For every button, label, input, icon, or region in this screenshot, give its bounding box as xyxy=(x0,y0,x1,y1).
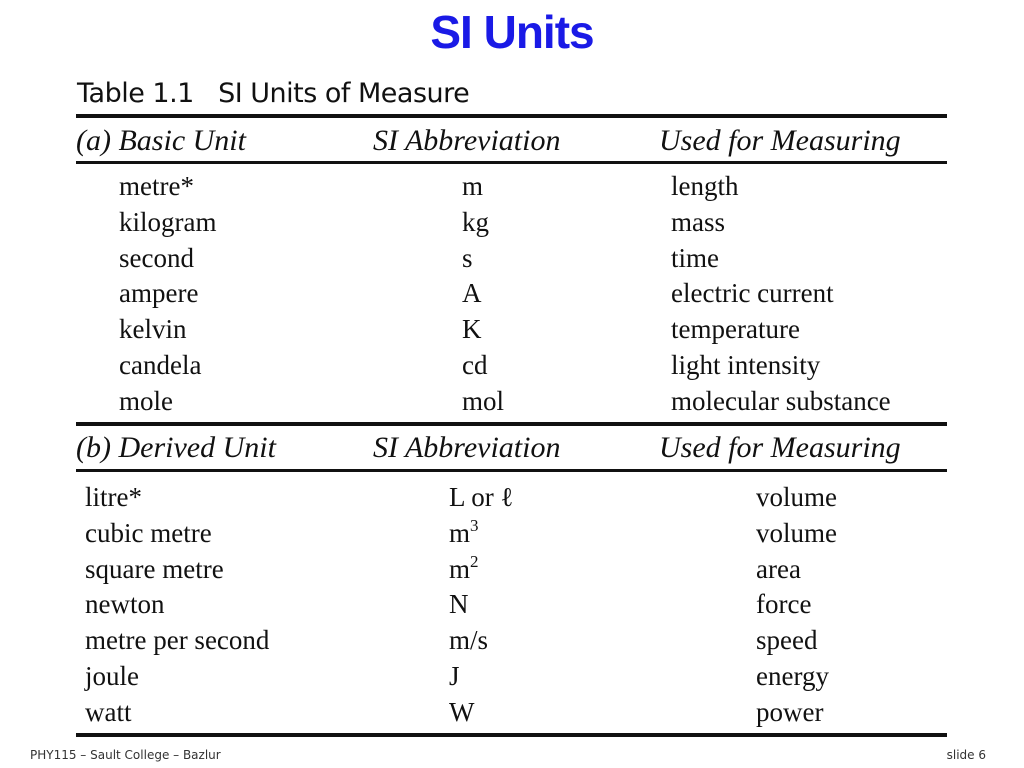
table-row: joule Jenergy xyxy=(0,658,1024,694)
table-row: litre* L or ℓ volume xyxy=(0,479,1024,515)
unit-abbreviation: kg xyxy=(462,204,489,240)
unit-name: second xyxy=(119,242,194,273)
unit-abbreviation: K xyxy=(462,311,482,347)
abbreviation-text: s xyxy=(462,242,473,273)
unit-name: metre per second xyxy=(85,625,270,656)
abbreviation-text: m xyxy=(449,553,471,584)
table-caption: Table 1.1 SI Units of Measure xyxy=(77,78,470,109)
header-basic-unit: (a) Basic Unit xyxy=(76,124,246,157)
unit-abbreviation: cd xyxy=(462,347,487,383)
unit-abbreviation: W xyxy=(449,694,474,730)
measured-quantity: area xyxy=(756,553,801,584)
unit-abbreviation: L or ℓ xyxy=(449,479,513,515)
table-row: candela cd light intensity xyxy=(0,347,1024,383)
table-row: mole mol molecular substance xyxy=(0,383,1024,419)
table-row: cubic metre m3 volume xyxy=(0,515,1024,551)
unit-name: newton xyxy=(85,589,165,620)
header-derived-unit: (b) Derived Unit xyxy=(76,431,276,464)
unit-name: litre* xyxy=(85,482,142,512)
abbreviation-text: m/s xyxy=(449,625,489,656)
header-si-abbreviation: SI Abbreviation xyxy=(373,431,561,464)
table-row: kelvin Ktemperature xyxy=(0,311,1024,347)
unit-name: kilogram xyxy=(119,206,217,237)
abbreviation-text: A xyxy=(462,278,482,309)
abbreviation-text: W xyxy=(449,696,475,727)
table-row: square metre m2 area xyxy=(0,551,1024,587)
abbreviation-exponent: 2 xyxy=(470,551,479,571)
measured-quantity: mass xyxy=(671,206,725,237)
unit-name: joule xyxy=(85,661,139,691)
measured-quantity: molecular substance xyxy=(671,385,891,416)
abbreviation-text: J xyxy=(449,661,460,691)
table-row: watt Wpower xyxy=(0,694,1024,730)
unit-abbreviation: s xyxy=(462,240,473,276)
abbreviation-text: L or ℓ xyxy=(449,482,514,512)
measured-quantity: temperature xyxy=(671,314,800,345)
header-used-for-measuring: Used for Measuring xyxy=(659,431,901,464)
footer-course-info: PHY115 – Sault College – Bazlur xyxy=(30,748,221,762)
unit-name: watt xyxy=(85,696,132,727)
section-a-header-rule xyxy=(76,161,947,164)
unit-abbreviation: m2 xyxy=(449,551,479,591)
unit-name: square metre xyxy=(85,553,224,584)
measured-quantity: light intensity xyxy=(671,350,821,380)
unit-name: kelvin xyxy=(119,314,187,345)
measured-quantity: length xyxy=(671,171,739,201)
unit-name: candela xyxy=(119,350,202,380)
table-row: newton Nforce xyxy=(0,586,1024,622)
unit-abbreviation: A xyxy=(462,275,482,311)
section-a-header: (a) Basic Unit SI Abbreviation Used for … xyxy=(76,121,947,161)
section-b-header: (b) Derived Unit SI Abbreviation Used fo… xyxy=(76,428,947,468)
slide-title: SI Units xyxy=(430,6,594,58)
unit-abbreviation: J xyxy=(449,658,460,694)
abbreviation-text: N xyxy=(449,589,469,620)
table-row: metre per second m/s speed xyxy=(0,622,1024,658)
abbreviation-text: kg xyxy=(462,206,489,237)
measured-quantity: volume xyxy=(756,517,837,548)
measured-quantity: electric current xyxy=(671,278,834,309)
measured-quantity: force xyxy=(756,589,812,620)
header-used-for-measuring: Used for Measuring xyxy=(659,124,901,157)
unit-name: metre* xyxy=(119,171,194,201)
section-b-top-rule xyxy=(76,422,947,426)
unit-abbreviation: N xyxy=(449,586,469,622)
unit-abbreviation: m xyxy=(462,168,483,204)
measured-quantity: energy xyxy=(756,661,829,691)
table-row: kilogram kg mass xyxy=(0,204,1024,240)
section-b-header-rule xyxy=(76,469,947,472)
abbreviation-text: cd xyxy=(462,350,488,380)
unit-name: cubic metre xyxy=(85,517,212,548)
unit-name: ampere xyxy=(119,278,199,309)
table-bottom-rule xyxy=(76,733,947,737)
unit-name: mole xyxy=(119,385,173,416)
unit-abbreviation: m3 xyxy=(449,515,479,555)
abbreviation-text: K xyxy=(462,314,482,345)
footer-slide-number: slide 6 xyxy=(946,748,986,762)
abbreviation-exponent: 3 xyxy=(470,515,479,535)
measured-quantity: speed xyxy=(756,625,818,656)
measured-quantity: time xyxy=(671,242,719,273)
abbreviation-text: mol xyxy=(462,385,505,416)
unit-abbreviation: mol xyxy=(462,383,504,419)
measured-quantity: power xyxy=(756,696,824,727)
measured-quantity: volume xyxy=(756,482,837,512)
abbreviation-text: m xyxy=(462,171,484,201)
table-row: second s time xyxy=(0,240,1024,276)
table-top-rule xyxy=(76,114,947,118)
table-row: ampere Aelectric current xyxy=(0,275,1024,311)
abbreviation-text: m xyxy=(449,517,471,548)
table-row: metre* m length xyxy=(0,168,1024,204)
header-si-abbreviation: SI Abbreviation xyxy=(373,124,561,157)
unit-abbreviation: m/s xyxy=(449,622,488,658)
